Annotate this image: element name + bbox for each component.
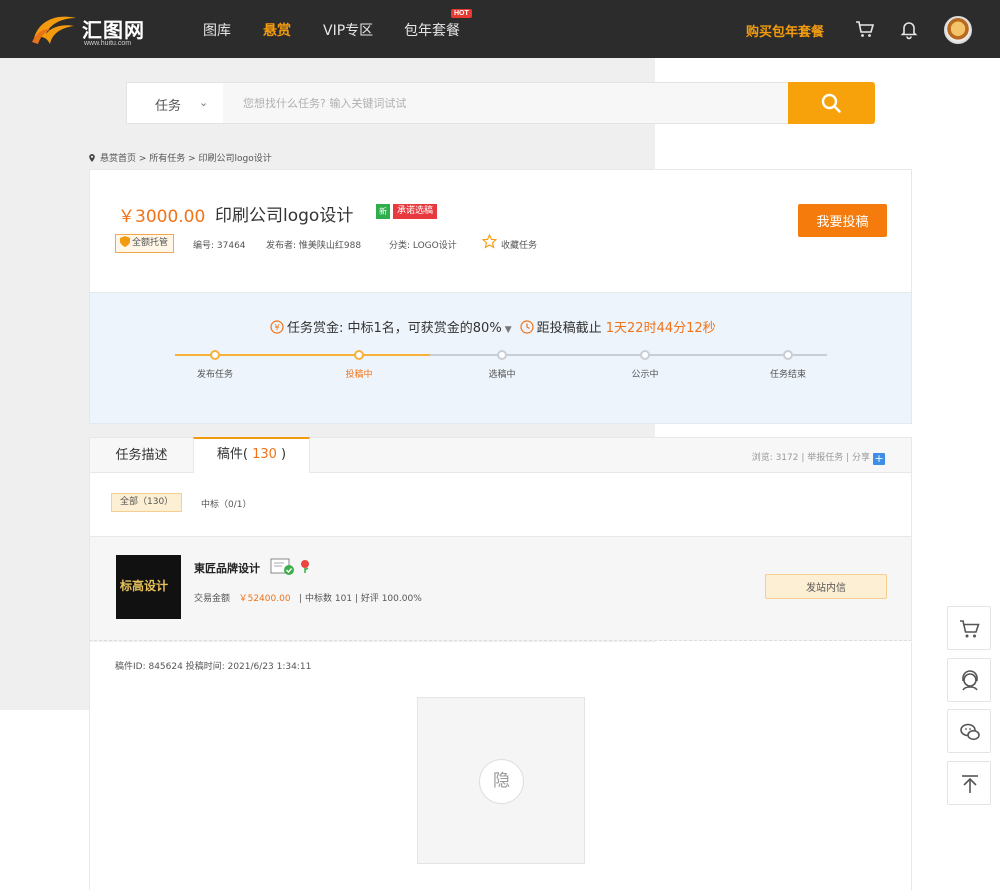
deadline-countdown: 1天22时44分12秒 [605,321,716,336]
cart-icon[interactable] [854,18,876,40]
manuscripts-card: 任务描述 稿件( 130 ) 浏览: 3172 | 举报任务 | 分享 + 全部（… [89,437,912,537]
designer-stats-rest: | 中标数 101 | 好评 100.00% [299,594,422,604]
caret-down-icon[interactable]: ▼ [505,325,512,335]
new-tag: 新 [376,204,390,219]
tab-manuscripts[interactable]: 稿件( 130 ) [193,437,310,473]
logo-text: 汇图网 [82,18,145,42]
customer-service-icon [962,670,978,691]
breadcrumb-path[interactable]: 悬赏首页 > 所有任务 > 印刷公司logo设计 [100,154,272,164]
designer-logo-text: 标高设计 [120,579,169,593]
user-avatar[interactable] [944,16,972,44]
designer-logo[interactable]: 标高设计 [116,555,181,619]
shield-icon [120,236,130,247]
flower-badge-icon [301,560,309,573]
tab-task-description[interactable]: 任务描述 [90,438,193,473]
task-publisher: 发布者: 惟美陕山红988 [266,241,362,251]
step-label-selecting: 选稿中 [488,370,516,380]
search-icon [821,93,841,113]
escrow-badge: 全额托管 [115,234,175,253]
hidden-manuscript-placeholder: 隐 [417,697,585,864]
step-node-publicizing [640,350,650,360]
step-label-publish: 发布任务 [196,370,233,380]
favorite-task-link[interactable]: 收藏任务 [501,238,537,251]
task-progress-panel: ¥ 任务赏金: 中标1名，可获赏金的80% ▼ 距投稿截止 1天22时44分12秒 发… [89,293,912,424]
search-category-select[interactable]: 任务 ⌄ [127,83,223,123]
task-stats: 浏览: 3172 | 举报任务 | 分享 + [752,450,885,465]
designer-stats: 交易金额 ￥52400.00 | 中标数 101 | 好评 100.00% [194,591,422,604]
tab-manuscripts-prefix: 稿件( [216,447,253,462]
task-search-bar: 任务 ⌄ [126,82,875,124]
send-message-button[interactable]: 发站内信 [765,574,887,599]
progress-track-remaining [430,354,827,356]
search-button[interactable] [788,82,875,124]
manuscripts-count: 130 [252,447,277,462]
escrow-badge-label: 全额托管 [132,238,169,248]
side-cart-button[interactable] [947,606,991,650]
hidden-label: 隐 [479,759,524,804]
task-price: ￥3000.00 [118,207,206,227]
buy-annual-package-link[interactable]: 购买包年套餐 [746,21,824,40]
task-header-card: ￥3000.00 印刷公司logo设计 新 承诺选稿 全额托管 编号: 3746… [89,169,912,293]
manuscript-meta: 稿件ID: 845624 投稿时间: 2021/6/23 1:34:11 [115,662,312,672]
reward-text: 任务赏金: 中标1名，可获赏金的80% [287,321,502,336]
filter-all-button[interactable]: 全部（130） [111,493,183,512]
designer-name[interactable]: 東匠品牌设计 [194,560,260,576]
step-label-finished: 任务结束 [769,370,806,380]
nav-item-gallery[interactable]: 图库 [203,20,231,40]
yuan-coin-icon: ¥ [270,320,284,334]
side-customer-service-button[interactable] [947,658,991,702]
views-report-share[interactable]: 浏览: 3172 | 举报任务 | 分享 [752,453,870,463]
svg-text:¥: ¥ [274,323,279,332]
submit-manuscript-button[interactable]: 我要投稿 [798,204,887,237]
site-logo[interactable]: 汇图网 www.huitu.com [30,10,150,50]
breadcrumb: 悬赏首页 > 所有任务 > 印刷公司logo设计 [88,151,272,164]
step-node-selecting [497,350,507,360]
filter-winning-button[interactable]: 中标（0/1） [201,497,252,510]
step-label-publicizing: 公示中 [631,370,659,380]
step-node-finished [783,350,793,360]
amount-label: 交易金额 [194,594,231,604]
arrow-up-icon [962,775,978,793]
manuscript-entry: 稿件ID: 845624 投稿时间: 2021/6/23 1:34:11 隐 [89,642,912,890]
deadline-label: 距投稿截止 [536,321,602,336]
wechat-icon [960,723,980,741]
task-id: 编号: 37464 [193,241,246,251]
task-category: 分类: LOGO设计 [389,241,457,251]
step-node-submitting [354,350,364,360]
reward-info-line: ¥ 任务赏金: 中标1名，可获赏金的80% ▼ 距投稿截止 1天22时44分12秒 [270,317,716,336]
task-title: 印刷公司logo设计 [215,206,354,226]
cart-icon [960,620,980,638]
side-wechat-button[interactable] [947,709,991,753]
search-input[interactable] [223,83,788,123]
nav-item-vip[interactable]: VIP专区 [323,20,373,40]
bell-icon[interactable] [898,18,920,40]
location-pin-icon [89,154,95,162]
side-back-to-top-button[interactable] [947,761,991,805]
clock-icon [520,320,534,334]
logo-domain: www.huitu.com [84,40,132,47]
promise-selection-tag: 承诺选稿 [393,204,438,219]
transaction-amount: ￥52400.00 [238,594,291,604]
share-plus-icon[interactable]: + [873,453,885,465]
step-label-submitting: 投稿中 [345,370,373,380]
logo-swoosh-icon [32,16,76,44]
tab-manuscripts-suffix: ) [276,447,287,462]
verified-certificate-icon [270,558,294,575]
nav-item-annual-package[interactable]: 包年套餐 [404,20,460,40]
search-category-label: 任务 [155,99,182,114]
star-icon[interactable] [482,234,497,249]
hot-badge: HOT [451,9,472,18]
step-node-publish [210,350,220,360]
nav-item-bounty[interactable]: 悬赏 [263,20,291,40]
designer-row: 标高设计 東匠品牌设计 交易金额 ￥52400.00 | 中标数 101 | 好… [89,537,912,641]
chevron-down-icon: ⌄ [199,96,209,109]
top-nav-bar: 汇图网 www.huitu.com 图库 悬赏 VIP专区 包年套餐 HOT 购… [0,0,1000,58]
tab-bar: 任务描述 稿件( 130 ) 浏览: 3172 | 举报任务 | 分享 + [90,437,911,473]
